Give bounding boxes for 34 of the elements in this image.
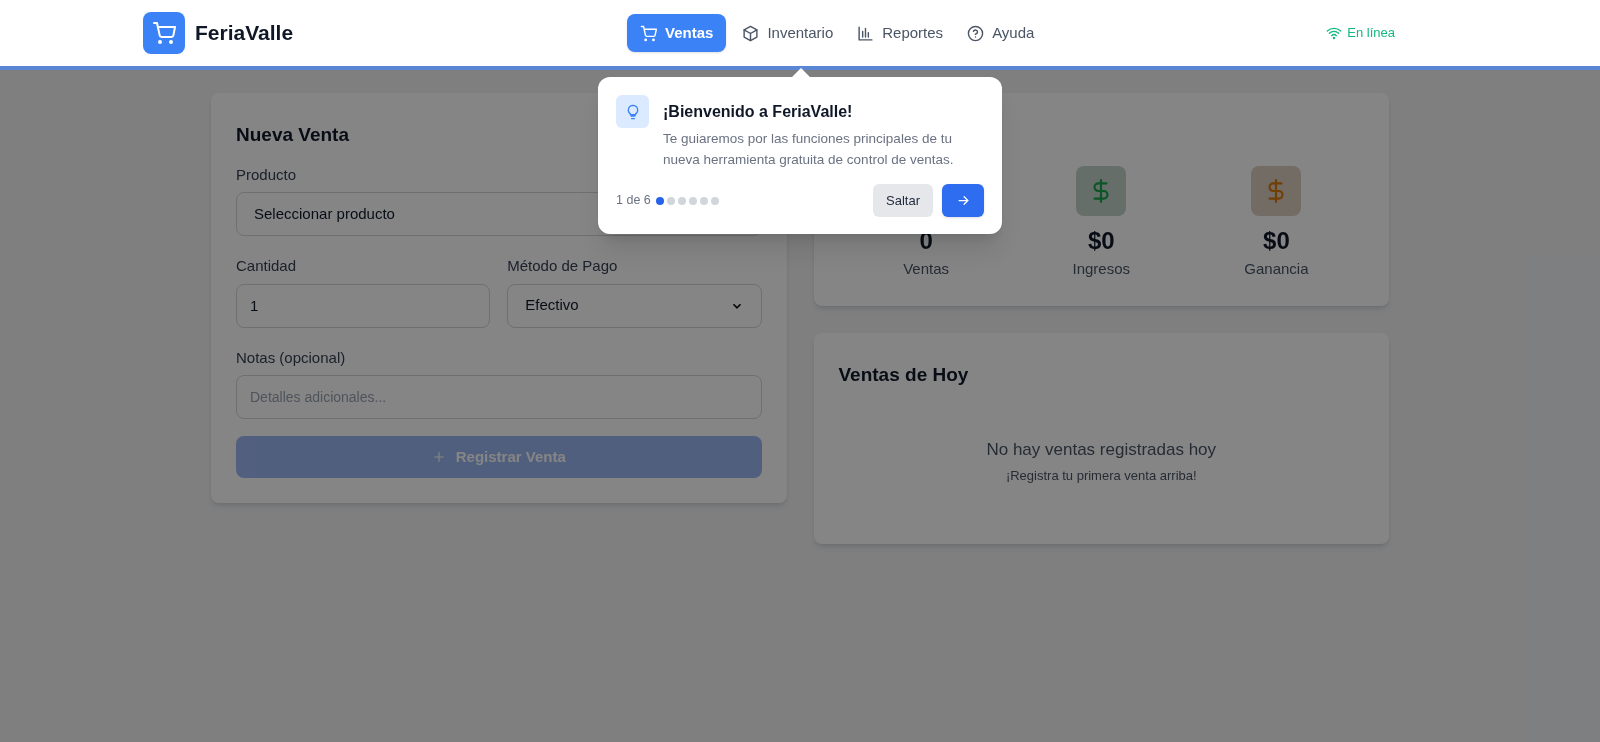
tour-description: Te guiaremos por las funciones principales de tu nueva herramienta gratuita de control de ventas. [663,130,955,169]
card-title: Nueva Venta [236,123,349,147]
stat-label: Ingresos [1072,259,1130,279]
field-label: Producto [236,164,298,185]
stat-value: $0 [1087,226,1115,256]
next-button[interactable] [942,184,984,217]
field-label: Cantidad [236,256,298,276]
payment-select[interactable]: Efectivo [507,283,762,328]
stat-label: Ganancia [1244,259,1309,279]
step-counter: 1 de 6 [616,192,651,210]
brand-name: FeriaValle [195,20,294,47]
field-label: Método de Pago [507,256,619,276]
empty-hint: ¡Registra tu primera venta arriba! [1005,466,1197,485]
skip-button[interactable]: Saltar [873,184,933,217]
bar-chart-icon [857,24,875,42]
nav-tab[interactable]: Inventario [734,14,842,52]
empty-message: No hay ventas registradas hoy [986,439,1217,461]
help-icon [967,24,985,42]
arrow-right-icon [955,193,971,208]
quantity-input[interactable]: 1 [236,283,491,328]
cart-icon [640,24,657,42]
stat-label: Ventas [903,259,949,279]
card-title: Ventas de Hoy [838,362,970,387]
stat-value: $0 [1263,226,1290,256]
nav-tab[interactable]: Ventas [627,14,727,52]
wifi-icon [1326,25,1343,41]
connection-status: En línea [1347,24,1395,43]
logo-icon [143,12,185,54]
nav-tab[interactable]: Ayuda [959,14,1043,52]
lightbulb-icon [616,95,649,128]
nav-tab[interactable]: Reportes [849,14,952,52]
tour-title: ¡Bienvenido a FeriaValle! [663,102,854,122]
field-label: Notas (opcional) [236,347,347,368]
box-icon [742,24,760,42]
